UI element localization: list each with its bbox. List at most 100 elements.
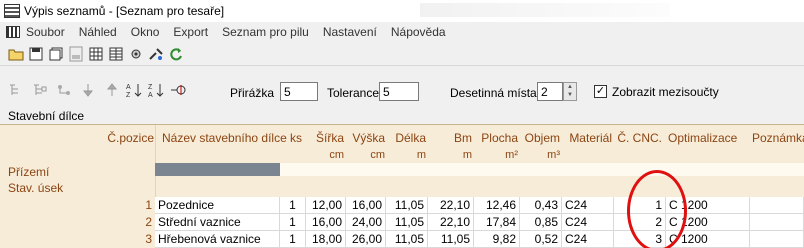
cell-ks[interactable]: 1 bbox=[280, 231, 306, 248]
cell-material[interactable]: C24 bbox=[562, 231, 614, 248]
cell-name[interactable]: Pozednice bbox=[155, 197, 280, 214]
table-icon[interactable] bbox=[88, 46, 104, 62]
spinner-up-icon[interactable]: ▲ bbox=[564, 83, 576, 91]
save-icon[interactable] bbox=[28, 46, 44, 62]
menu-nastaveni[interactable]: Nastavení bbox=[323, 25, 377, 39]
cell-sirka[interactable]: 18,00 bbox=[306, 231, 346, 248]
cell-bm[interactable]: 22,10 bbox=[428, 214, 474, 231]
tools-icon[interactable] bbox=[148, 46, 164, 62]
cell-delka[interactable]: 11,05 bbox=[386, 214, 428, 231]
cell-material[interactable]: C24 bbox=[562, 214, 614, 231]
header-poznamka[interactable]: Poznámka bbox=[752, 131, 804, 145]
cell-vyska[interactable]: 26,00 bbox=[346, 231, 386, 248]
menu-okno[interactable]: Okno bbox=[131, 25, 160, 39]
spinner-down-icon[interactable]: ▼ bbox=[564, 91, 576, 99]
menu-seznam-pro-pilu[interactable]: Seznam pro pilu bbox=[222, 25, 309, 39]
grid-icon[interactable] bbox=[6, 26, 20, 38]
header-objem[interactable]: Objem bbox=[520, 131, 560, 145]
title-bar: Výpis seznamů - [Seznam pro tesaře] bbox=[0, 0, 804, 22]
prirazka-input[interactable] bbox=[280, 82, 318, 101]
cell-plocha[interactable]: 12,46 bbox=[474, 197, 520, 214]
grid-view-icon[interactable] bbox=[108, 46, 124, 62]
cell-vyska[interactable]: 16,00 bbox=[346, 197, 386, 214]
unit-bm: m bbox=[462, 149, 472, 161]
pdf-icon[interactable] bbox=[68, 46, 84, 62]
unit-plocha: m² bbox=[505, 149, 518, 161]
sort-az-icon[interactable]: AZ bbox=[126, 82, 144, 98]
options-toolbar: AZ ZA Přirážka Tolerance Desetinná místa… bbox=[0, 74, 804, 106]
subtotals-checkbox[interactable]: ✓ bbox=[594, 85, 607, 98]
cell-name[interactable]: Hřebenová vaznice bbox=[155, 231, 280, 248]
cell-poznamka[interactable] bbox=[750, 231, 804, 248]
sort-za-icon[interactable]: ZA bbox=[148, 82, 166, 98]
header-pozice[interactable]: Č.pozice bbox=[104, 131, 154, 145]
save-all-icon[interactable] bbox=[48, 46, 64, 62]
cell-material[interactable]: C24 bbox=[562, 197, 614, 214]
tolerance-label: Tolerance bbox=[327, 86, 380, 100]
unit-vyska: cm bbox=[370, 149, 385, 161]
cell-name[interactable]: Střední vaznice bbox=[155, 214, 280, 231]
cell-poznamka[interactable] bbox=[750, 214, 804, 231]
header-plocha[interactable]: Plocha bbox=[474, 131, 518, 145]
header-nazev[interactable]: Název stavebního dílce bbox=[162, 131, 287, 145]
arrow-down-icon[interactable] bbox=[80, 82, 96, 98]
refresh-icon[interactable] bbox=[168, 46, 184, 62]
list-icon bbox=[4, 4, 20, 18]
cell-objem[interactable]: 0,52 bbox=[520, 231, 562, 248]
cell-plocha[interactable]: 17,84 bbox=[474, 214, 520, 231]
arrow-up-icon[interactable] bbox=[104, 82, 120, 98]
svg-text:A: A bbox=[126, 84, 131, 91]
group-band bbox=[155, 163, 280, 176]
menu-nahled[interactable]: Náhled bbox=[79, 25, 117, 39]
background-window-ghost bbox=[420, 3, 670, 17]
group-label-prizemi: Přízemí bbox=[8, 165, 50, 179]
expand-tree-icon[interactable] bbox=[8, 82, 24, 98]
decimals-spinner[interactable]: ▲ ▼ bbox=[563, 82, 577, 101]
cell-plocha[interactable]: 9,82 bbox=[474, 231, 520, 248]
tolerance-input[interactable] bbox=[379, 82, 419, 101]
pin-icon[interactable] bbox=[170, 82, 188, 98]
cell-objem[interactable]: 0,43 bbox=[520, 197, 562, 214]
table-row[interactable]: 3 Hřebenová vaznice 1 18,00 26,00 11,05 … bbox=[0, 231, 804, 248]
header-vyska[interactable]: Výška bbox=[345, 131, 385, 145]
header-optimalizace[interactable]: Optimalizace bbox=[668, 131, 748, 145]
open-folder-icon[interactable] bbox=[8, 46, 24, 62]
settings-icon[interactable] bbox=[128, 46, 144, 62]
main-toolbar bbox=[0, 42, 804, 66]
menu-soubor[interactable]: Soubor bbox=[26, 25, 65, 39]
red-circle-annotation bbox=[627, 170, 687, 248]
cell-poznamka[interactable] bbox=[750, 197, 804, 214]
header-delka[interactable]: Délka bbox=[386, 131, 426, 145]
row-position: 2 bbox=[145, 215, 152, 229]
header-material[interactable]: Materiál bbox=[562, 131, 612, 145]
header-cnc[interactable]: Č. CNC. bbox=[614, 131, 662, 145]
header-sirka[interactable]: Šířka bbox=[306, 131, 344, 145]
cell-bm[interactable]: 22,10 bbox=[428, 197, 474, 214]
menu-napoveda[interactable]: Nápověda bbox=[391, 25, 446, 39]
unit-delka: m bbox=[416, 149, 426, 161]
cell-bm[interactable]: 11,05 bbox=[428, 231, 474, 248]
cell-ks[interactable]: 1 bbox=[280, 214, 306, 231]
subtotals-label: Zobrazit mezisoučty bbox=[612, 85, 719, 99]
cell-sirka[interactable]: 12,00 bbox=[306, 197, 346, 214]
prirazka-label: Přirážka bbox=[230, 86, 275, 100]
cell-ks[interactable]: 1 bbox=[280, 197, 306, 214]
cell-delka[interactable]: 11,05 bbox=[386, 231, 428, 248]
tree-icon[interactable] bbox=[56, 82, 72, 98]
svg-text:Z: Z bbox=[148, 84, 153, 91]
collapse-tree-icon[interactable] bbox=[32, 82, 48, 98]
cell-objem[interactable]: 0,85 bbox=[520, 214, 562, 231]
decimals-label: Desetinná místa bbox=[450, 86, 537, 100]
decimals-input[interactable] bbox=[537, 82, 563, 101]
cell-sirka[interactable]: 16,00 bbox=[306, 214, 346, 231]
svg-text:Z: Z bbox=[126, 92, 131, 98]
cell-vyska[interactable]: 24,00 bbox=[346, 214, 386, 231]
svg-text:A: A bbox=[148, 92, 153, 98]
group-band-right bbox=[280, 163, 804, 176]
menu-bar: Soubor Náhled Okno Export Seznam pro pil… bbox=[0, 22, 804, 42]
cell-delka[interactable]: 11,05 bbox=[386, 197, 428, 214]
row-position: 1 bbox=[145, 198, 152, 212]
header-ks[interactable]: ks bbox=[282, 131, 302, 145]
header-bm[interactable]: Bm bbox=[428, 131, 472, 145]
menu-export[interactable]: Export bbox=[173, 25, 208, 39]
